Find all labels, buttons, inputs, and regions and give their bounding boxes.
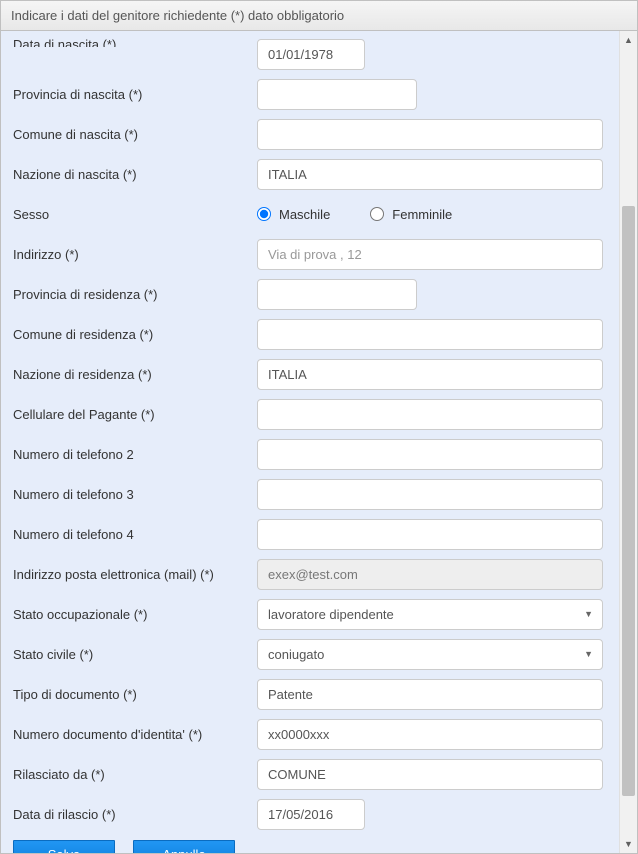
input-nazione-residenza[interactable] bbox=[257, 359, 603, 390]
row-stato-occ: Stato occupazionale (*) lavoratore dipen… bbox=[9, 594, 603, 634]
scroll-up-icon[interactable]: ▲ bbox=[620, 31, 637, 49]
cancel-button[interactable]: Annulla bbox=[133, 840, 235, 853]
label-rilasciato: Rilasciato da (*) bbox=[9, 761, 257, 788]
dialog-title: Indicare i dati del genitore richiedente… bbox=[1, 1, 637, 31]
label-comune-residenza: Comune di residenza (*) bbox=[9, 321, 257, 348]
input-nazione-nascita[interactable] bbox=[257, 159, 603, 190]
label-data-rilascio: Data di rilascio (*) bbox=[9, 801, 257, 828]
label-nazione-residenza: Nazione di residenza (*) bbox=[9, 361, 257, 388]
scrollbar[interactable]: ▲ ▼ bbox=[619, 31, 637, 853]
label-stato-civile: Stato civile (*) bbox=[9, 641, 257, 668]
select-stato-civile[interactable]: coniugato bbox=[257, 639, 603, 670]
select-stato-occ-wrap: lavoratore dipendente bbox=[257, 599, 603, 630]
radio-femminile-input[interactable] bbox=[370, 207, 384, 221]
row-indirizzo: Indirizzo (*) bbox=[9, 234, 603, 274]
scroll-track[interactable] bbox=[620, 49, 637, 835]
label-stato-occ: Stato occupazionale (*) bbox=[9, 601, 257, 628]
row-provincia-nascita: Provincia di nascita (*) bbox=[9, 74, 603, 114]
row-data-rilascio: Data di rilascio (*) bbox=[9, 794, 603, 834]
radio-maschile-input[interactable] bbox=[257, 207, 271, 221]
input-telefono3[interactable] bbox=[257, 479, 603, 510]
label-telefono4: Numero di telefono 4 bbox=[9, 521, 257, 548]
row-data-nascita: Data di nascita (*) bbox=[9, 39, 603, 70]
input-rilasciato[interactable] bbox=[257, 759, 603, 790]
row-nazione-residenza: Nazione di residenza (*) bbox=[9, 354, 603, 394]
row-stato-civile: Stato civile (*) coniugato bbox=[9, 634, 603, 674]
input-comune-residenza[interactable] bbox=[257, 319, 603, 350]
radio-femminile[interactable]: Femminile bbox=[370, 207, 452, 222]
label-tipo-doc: Tipo di documento (*) bbox=[9, 681, 257, 708]
row-comune-nascita: Comune di nascita (*) bbox=[9, 114, 603, 154]
label-telefono3: Numero di telefono 3 bbox=[9, 481, 257, 508]
input-indirizzo[interactable] bbox=[257, 239, 603, 270]
radio-group-sesso: Maschile Femminile bbox=[257, 207, 452, 222]
row-num-doc: Numero documento d'identita' (*) bbox=[9, 714, 603, 754]
dialog-body: Data di nascita (*) Provincia di nascita… bbox=[1, 31, 637, 853]
save-button[interactable]: Salva bbox=[13, 840, 115, 853]
label-cellulare: Cellulare del Pagante (*) bbox=[9, 401, 257, 428]
label-sesso: Sesso bbox=[9, 201, 257, 228]
input-provincia-nascita[interactable] bbox=[257, 79, 417, 110]
row-nazione-nascita: Nazione di nascita (*) bbox=[9, 154, 603, 194]
label-comune-nascita: Comune di nascita (*) bbox=[9, 121, 257, 148]
input-comune-nascita[interactable] bbox=[257, 119, 603, 150]
row-tipo-doc: Tipo di documento (*) bbox=[9, 674, 603, 714]
row-telefono4: Numero di telefono 4 bbox=[9, 514, 603, 554]
label-nazione-nascita: Nazione di nascita (*) bbox=[9, 161, 257, 188]
row-comune-residenza: Comune di residenza (*) bbox=[9, 314, 603, 354]
form-scroll-area: Data di nascita (*) Provincia di nascita… bbox=[1, 31, 619, 853]
input-data-rilascio[interactable] bbox=[257, 799, 365, 830]
label-provincia-nascita: Provincia di nascita (*) bbox=[9, 81, 257, 108]
input-cellulare[interactable] bbox=[257, 399, 603, 430]
radio-maschile[interactable]: Maschile bbox=[257, 207, 330, 222]
radio-maschile-label: Maschile bbox=[279, 207, 330, 222]
label-num-doc: Numero documento d'identita' (*) bbox=[9, 721, 257, 748]
label-data-nascita: Data di nascita (*) bbox=[9, 31, 257, 47]
input-telefono2[interactable] bbox=[257, 439, 603, 470]
select-stato-civile-wrap: coniugato bbox=[257, 639, 603, 670]
dialog: Indicare i dati del genitore richiedente… bbox=[0, 0, 638, 854]
row-sesso: Sesso Maschile Femminile bbox=[9, 194, 603, 234]
row-cellulare: Cellulare del Pagante (*) bbox=[9, 394, 603, 434]
label-indirizzo: Indirizzo (*) bbox=[9, 241, 257, 268]
scroll-down-icon[interactable]: ▼ bbox=[620, 835, 637, 853]
label-provincia-residenza: Provincia di residenza (*) bbox=[9, 281, 257, 308]
select-stato-occ[interactable]: lavoratore dipendente bbox=[257, 599, 603, 630]
input-telefono4[interactable] bbox=[257, 519, 603, 550]
row-telefono2: Numero di telefono 2 bbox=[9, 434, 603, 474]
row-rilasciato: Rilasciato da (*) bbox=[9, 754, 603, 794]
row-provincia-residenza: Provincia di residenza (*) bbox=[9, 274, 603, 314]
label-email: Indirizzo posta elettronica (mail) (*) bbox=[9, 561, 257, 588]
row-email: Indirizzo posta elettronica (mail) (*) bbox=[9, 554, 603, 594]
radio-femminile-label: Femminile bbox=[392, 207, 452, 222]
input-tipo-doc[interactable] bbox=[257, 679, 603, 710]
button-row: Salva Annulla bbox=[9, 834, 603, 853]
label-telefono2: Numero di telefono 2 bbox=[9, 441, 257, 468]
input-data-nascita[interactable] bbox=[257, 39, 365, 70]
scroll-thumb[interactable] bbox=[622, 206, 635, 796]
row-telefono3: Numero di telefono 3 bbox=[9, 474, 603, 514]
input-num-doc[interactable] bbox=[257, 719, 603, 750]
input-provincia-residenza[interactable] bbox=[257, 279, 417, 310]
input-email bbox=[257, 559, 603, 590]
